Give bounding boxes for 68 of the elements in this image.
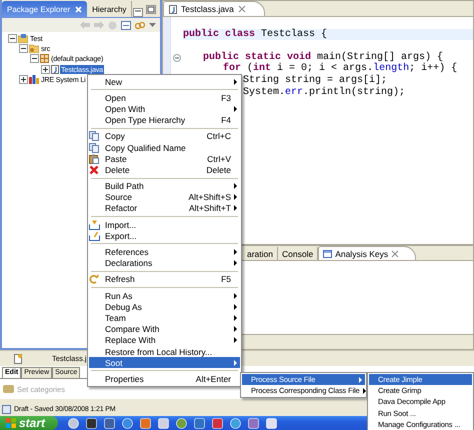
menu-item[interactable]: Debug As [89,301,240,312]
menu-item[interactable]: Open F3 [89,92,240,104]
editor-tab[interactable]: Testclass.java [163,1,265,16]
expand-icon[interactable] [19,74,28,84]
view-tab[interactable]: Analysis Keys [318,246,416,260]
source-folder-icon [29,44,39,53]
window-icon [323,250,332,258]
code-line: public static void main(String[] args) { [203,52,444,63]
quick-launch-icon[interactable] [122,418,133,428]
close-icon[interactable] [391,250,400,258]
code-line: public class Testclass { [183,28,328,40]
menu-item[interactable]: Compare With [89,324,240,335]
menu-item[interactable]: Import... [89,219,240,230]
menu-item[interactable]: Refactor Alt+Shift+T [89,202,240,214]
menu-item[interactable]: Source Alt+Shift+S [89,192,240,203]
quick-launch-icon[interactable] [86,418,97,428]
java-file-icon [51,64,59,74]
package-icon [40,54,49,64]
quick-launch-icon[interactable] [266,418,277,428]
quick-launch-icon[interactable] [104,418,115,428]
java-file-icon [169,4,177,14]
menu-item[interactable]: Copy Qualified Name [89,142,240,154]
library-icon [29,74,39,84]
collapse-all-icon[interactable] [121,20,131,30]
menu-item[interactable]: Declarations [89,258,240,269]
menu-item[interactable]: Replace With [89,334,240,346]
copy-icon [89,142,99,153]
maximize-icon[interactable] [146,5,156,14]
close-icon[interactable] [238,5,246,13]
code-line: String string = args[i]; [243,74,388,86]
menu-item[interactable]: References [89,246,240,258]
menu-item[interactable]: Run As [89,290,240,302]
menu-item[interactable]: Build Path [89,180,240,192]
menu-item[interactable]: Team [89,312,240,324]
menu-item[interactable]: Delete Delete [89,164,240,176]
collapse-icon[interactable] [30,54,39,64]
import-icon [89,220,100,230]
collapse-icon[interactable] [8,34,17,43]
fold-icon[interactable] [173,54,181,62]
quick-launch-icon[interactable] [230,418,241,428]
copy-icon [89,131,99,142]
menu-item[interactable]: Export... [89,230,240,242]
export-icon [89,230,100,241]
expand-icon[interactable] [41,64,50,74]
menu-item[interactable]: New [89,76,240,88]
quick-launch-icon[interactable] [68,418,79,428]
menu-item[interactable]: Open With [89,103,240,115]
project-folder-icon [18,34,28,43]
document-icon [14,354,22,364]
view-tab[interactable]: aration [243,247,278,260]
menu-item[interactable]: Refresh F5 [89,274,240,285]
refresh-icon [89,274,99,284]
menu-item[interactable]: Paste Ctrl+V [89,153,240,164]
draft-icon [2,405,11,414]
menu-item[interactable]: Soot [89,357,240,368]
menu-item[interactable]: Copy Ctrl+C [89,130,240,142]
minimize-icon[interactable] [133,8,143,17]
quick-launch-icon[interactable] [176,418,187,428]
code-line: System.err.println(string); [243,86,406,98]
menu-item[interactable]: Restore from Local History... [89,346,240,358]
collapse-icon[interactable] [19,44,28,53]
view-menu-icon[interactable] [149,22,156,28]
code-line: for (int i = 0; i < args.length; i++) { [223,63,458,74]
windows-flag-icon [6,418,16,428]
menu-item[interactable]: Open Type Hierarchy F4 [89,114,240,126]
delete-icon [89,164,99,175]
menu-item[interactable]: Properties Alt+Enter [89,373,240,384]
panel-tab[interactable]: Package Explorer [2,1,88,17]
